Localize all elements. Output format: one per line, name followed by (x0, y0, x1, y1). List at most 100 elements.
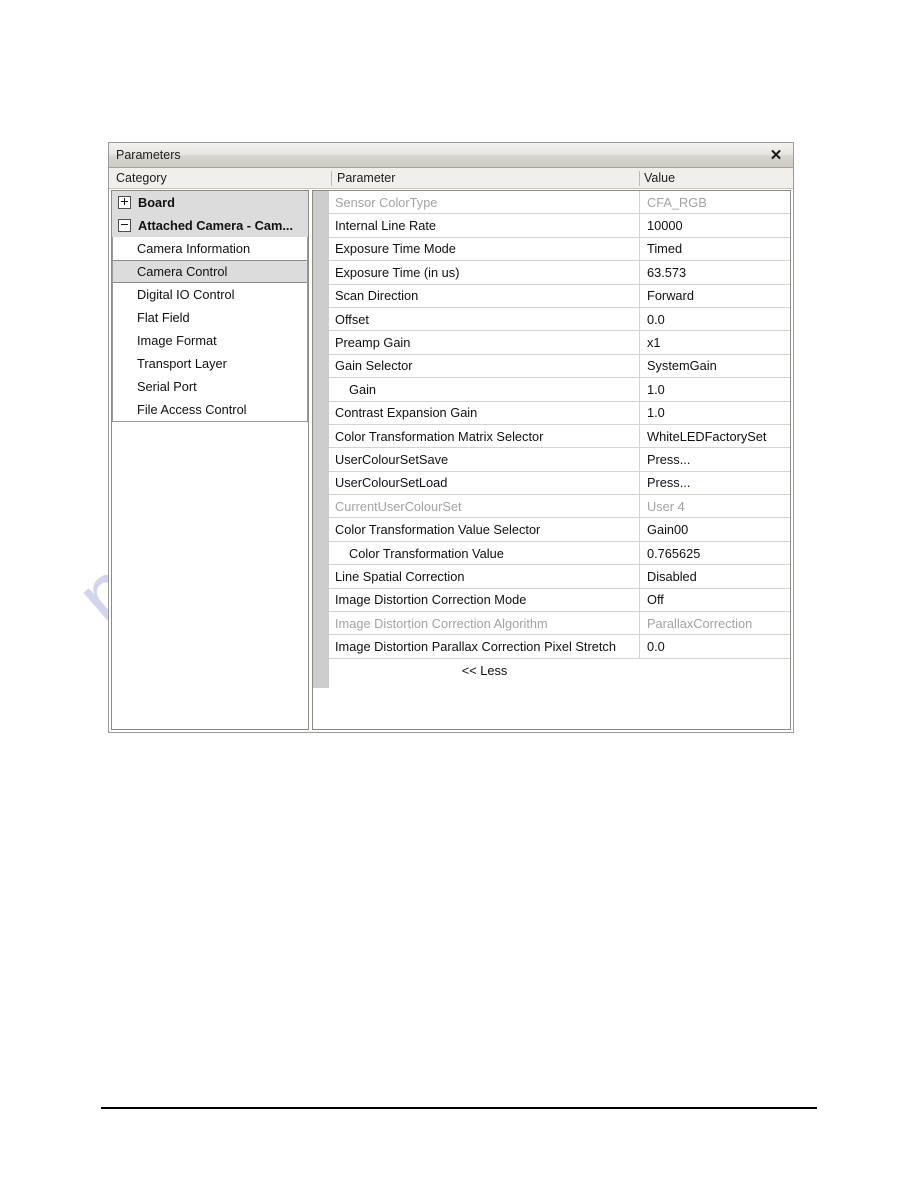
sidebar-item-serial-port[interactable]: Serial Port (113, 375, 307, 398)
parameter-value[interactable]: 10000 (639, 214, 790, 237)
column-divider-1 (331, 171, 332, 186)
parameter-value[interactable]: Timed (639, 237, 790, 261)
tree-node-label: File Access Control (137, 402, 247, 417)
parameter-name: Image Distortion Correction Mode (335, 592, 527, 608)
parameter-name: Gain (349, 381, 377, 397)
tree-node-label: Image Format (137, 333, 217, 348)
parameter-name: Scan Direction (335, 288, 419, 304)
parameter-value[interactable]: Gain00 (639, 518, 790, 541)
close-icon[interactable]: ✕ (765, 145, 787, 165)
tree-node-label: Camera Control (137, 264, 228, 279)
parameter-name: Color Transformation Value Selector (335, 522, 541, 538)
parameter-value[interactable]: Off (639, 588, 790, 612)
tree-node-label: Flat Field (137, 310, 190, 325)
tree-node-attached-camera[interactable]: Attached Camera - Cam... (112, 214, 308, 237)
parameter-value[interactable]: Disabled (639, 565, 790, 588)
parameter-row[interactable]: Contrast Expansion Gain 1.0 (329, 401, 790, 425)
parameters-dialog: Parameters ✕ Category Parameter Value Bo… (108, 142, 794, 733)
tree-node-label: Attached Camera - Cam... (138, 218, 294, 233)
tree-node-label: Transport Layer (137, 356, 227, 371)
parameter-name: Preamp Gain (335, 335, 411, 351)
parameter-row[interactable]: Gain 1.0 (329, 378, 790, 402)
sidebar-item-file-access-control[interactable]: File Access Control (113, 398, 307, 421)
parameter-row[interactable]: Sensor ColorType CFA_RGB (329, 191, 790, 215)
parameter-value[interactable]: x1 (639, 331, 790, 354)
show-less-link[interactable]: << Less (329, 659, 790, 683)
parameter-row[interactable]: Preamp Gain x1 (329, 331, 790, 355)
parameter-value[interactable]: 63.573 (639, 261, 790, 284)
tree-node-label: Digital IO Control (137, 287, 235, 302)
parameter-value[interactable]: 0.0 (639, 635, 790, 658)
expand-plus-icon[interactable] (118, 196, 131, 209)
parameter-name: Exposure Time (in us) (335, 264, 460, 280)
sidebar-item-transport-layer[interactable]: Transport Layer (113, 352, 307, 375)
column-header-bar: Category Parameter Value (109, 168, 793, 189)
parameter-row[interactable]: Exposure Time (in us) 63.573 (329, 261, 790, 285)
parameter-value[interactable]: 0.0 (639, 307, 790, 331)
parameter-value[interactable]: CFA_RGB (639, 191, 790, 214)
tree-node-board[interactable]: Board (112, 191, 308, 214)
parameter-name: Image Distortion Parallax Correction Pix… (335, 639, 616, 655)
parameter-row[interactable]: Scan Direction Forward (329, 284, 790, 308)
parameter-value[interactable]: SystemGain (639, 354, 790, 378)
collapse-minus-icon[interactable] (118, 219, 131, 232)
parameter-name: UserColourSetLoad (335, 475, 448, 491)
sidebar-item-flat-field[interactable]: Flat Field (113, 306, 307, 329)
tree-node-label: Serial Port (137, 379, 197, 394)
parameter-row[interactable]: Gain Selector SystemGain (329, 354, 790, 379)
parameter-name: Line Spatial Correction (335, 568, 465, 584)
parameter-name: Contrast Expansion Gain (335, 405, 478, 421)
dialog-title: Parameters (116, 148, 181, 162)
parameter-name: Exposure Time Mode (335, 241, 456, 257)
parameter-row[interactable]: UserColourSetSave Press... (329, 448, 790, 472)
parameter-name: Sensor ColorType (335, 194, 438, 210)
parameter-value[interactable]: WhiteLEDFactorySet (639, 424, 790, 448)
sidebar-item-camera-control[interactable]: Camera Control (113, 260, 307, 283)
parameter-grid-panel: Sensor ColorType CFA_RGB Internal Line Rat… (312, 190, 791, 730)
parameter-value[interactable]: Press... (639, 471, 790, 495)
parameter-row[interactable]: Color Transformation Value Selector Gain0… (329, 518, 790, 542)
parameter-row[interactable]: Line Spatial Correction Disabled (329, 565, 790, 589)
column-header-category: Category (116, 171, 167, 185)
tree-node-label: Board (138, 195, 175, 210)
parameter-row[interactable]: Image Distortion Parallax Correction Pix… (329, 635, 790, 659)
parameter-scrollbar[interactable] (313, 191, 329, 729)
parameter-row[interactable]: Image Distortion Correction Mode Off (329, 588, 790, 613)
show-less-label: << Less (461, 663, 508, 679)
column-header-parameter: Parameter (337, 171, 396, 185)
column-divider-2 (639, 171, 640, 186)
parameter-row[interactable]: CurrentUserColourSet User 4 (329, 495, 790, 519)
parameter-row[interactable]: Offset 0.0 (329, 307, 790, 332)
parameter-value[interactable]: 1.0 (639, 401, 790, 424)
parameter-row[interactable]: Internal Line Rate 10000 (329, 214, 790, 238)
parameter-name: CurrentUserColourSet (335, 498, 462, 514)
parameter-value[interactable]: 1.0 (639, 378, 790, 401)
dialog-body: Category Parameter Value Board Attached … (109, 168, 793, 732)
parameter-rows: Sensor ColorType CFA_RGB Internal Line Rat… (329, 191, 790, 729)
parameter-value[interactable]: Forward (639, 284, 790, 307)
parameter-name: Internal Line Rate (335, 218, 437, 234)
column-header-value: Value (644, 171, 676, 185)
parameter-value[interactable]: Press... (639, 448, 790, 471)
sidebar-item-digital-io-control[interactable]: Digital IO Control (113, 283, 307, 306)
parameter-row[interactable]: UserColourSetLoad Press... (329, 471, 790, 496)
dialog-titlebar: Parameters ✕ (109, 143, 793, 168)
sidebar-item-image-format[interactable]: Image Format (113, 329, 307, 352)
parameter-name: Gain Selector (335, 358, 413, 374)
tree-node-label: Camera Information (137, 241, 251, 256)
parameter-row[interactable]: Image Distortion Correction Algorithm Par… (329, 612, 790, 636)
parameter-value[interactable]: User 4 (639, 495, 790, 518)
page-footer-rule (101, 1107, 817, 1109)
parameter-name: UserColourSetSave (335, 451, 449, 467)
parameter-value[interactable]: ParallaxCorrection (639, 612, 790, 635)
sidebar-item-camera-information[interactable]: Camera Information (113, 237, 307, 260)
parameter-name: Image Distortion Correction Algorithm (335, 615, 548, 631)
scrollbar-thumb[interactable] (313, 191, 329, 688)
parameter-name: Color Transformation Value (349, 545, 504, 561)
parameter-row[interactable]: Exposure Time Mode Timed (329, 237, 790, 262)
parameter-value[interactable]: 0.765625 (639, 541, 790, 565)
parameter-row[interactable]: Color Transformation Value 0.765625 (329, 541, 790, 566)
parameter-row[interactable]: Color Transformation Matrix Selector Whit… (329, 424, 790, 449)
parameter-name: Color Transformation Matrix Selector (335, 428, 544, 444)
tree-children-group: Camera Information Camera Control Digita… (112, 237, 308, 422)
